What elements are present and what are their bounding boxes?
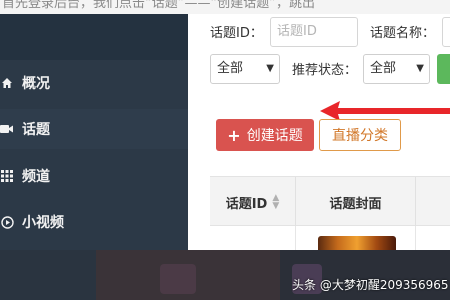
sidebar-item-channel[interactable]: 频道 xyxy=(0,156,188,196)
sidebar-item-topic[interactable]: 话题 xyxy=(0,109,188,149)
table-header: 话题ID ▲ ▼ 话题封面 xyxy=(210,176,450,227)
recommend-select-value: 全部 xyxy=(370,61,397,76)
ghost-icon xyxy=(160,264,196,294)
chevron-down-icon: ▼ xyxy=(266,63,274,74)
category-select-value: 全部 xyxy=(217,61,244,76)
live-category-button[interactable]: 直播分类 xyxy=(319,119,401,151)
chevron-down-icon: ▼ xyxy=(416,63,424,74)
sidebar: 概况 话题 频道 小视频 xyxy=(0,14,188,250)
grid-icon xyxy=(0,169,14,183)
live-category-label: 直播分类 xyxy=(332,128,388,144)
category-select[interactable]: 全部 ▼ xyxy=(210,54,280,84)
sidebar-item-short-video[interactable]: 小视频 xyxy=(0,202,188,242)
instruction-caption: 首先登录后台，我们点击“话题”——“创建话题”，跳出 xyxy=(0,0,450,14)
home-icon xyxy=(0,76,14,90)
create-topic-button[interactable]: + 创建话题 xyxy=(216,119,314,151)
main-content: 话题ID： 话题ID 话题名称： 全部 ▼ 推荐状态： 全部 ▼ + 创建话题 … xyxy=(188,14,450,250)
sidebar-item-label: 小视频 xyxy=(22,215,64,231)
plus-icon: + xyxy=(227,125,241,145)
topic-name-input[interactable] xyxy=(442,17,450,47)
sidebar-item-label: 概况 xyxy=(22,76,50,92)
column-header-topic-id[interactable]: 话题ID ▲ ▼ xyxy=(210,177,296,227)
topic-id-input[interactable]: 话题ID xyxy=(270,17,358,47)
topic-id-placeholder: 话题ID xyxy=(277,24,317,39)
column-header-topic-cover: 话题封面 xyxy=(296,177,416,227)
sidebar-header xyxy=(0,14,188,60)
sidebar-item-label: 话题 xyxy=(22,122,50,138)
bottom-panel-left xyxy=(0,250,96,300)
topic-name-label: 话题名称： xyxy=(370,26,436,41)
watermark-text: 头条 @大梦初醒209356965 xyxy=(292,278,449,292)
sidebar-item-overview[interactable]: 概况 xyxy=(0,63,188,103)
recommend-status-label: 推荐状态： xyxy=(292,63,358,78)
video-camera-icon xyxy=(0,122,14,136)
create-topic-label: 创建话题 xyxy=(246,128,303,144)
play-circle-icon xyxy=(0,215,14,229)
sidebar-item-label: 频道 xyxy=(22,169,50,185)
table-cell xyxy=(210,226,296,250)
column-header-label: 话题封面 xyxy=(329,196,382,212)
recommend-status-select[interactable]: 全部 ▼ xyxy=(363,54,430,84)
column-header-label: 话题ID xyxy=(225,196,268,212)
sort-icon[interactable]: ▲ ▼ xyxy=(272,194,279,211)
topic-cover-image xyxy=(318,236,396,250)
topic-id-label: 话题ID： xyxy=(210,26,263,41)
search-button[interactable] xyxy=(437,54,450,84)
